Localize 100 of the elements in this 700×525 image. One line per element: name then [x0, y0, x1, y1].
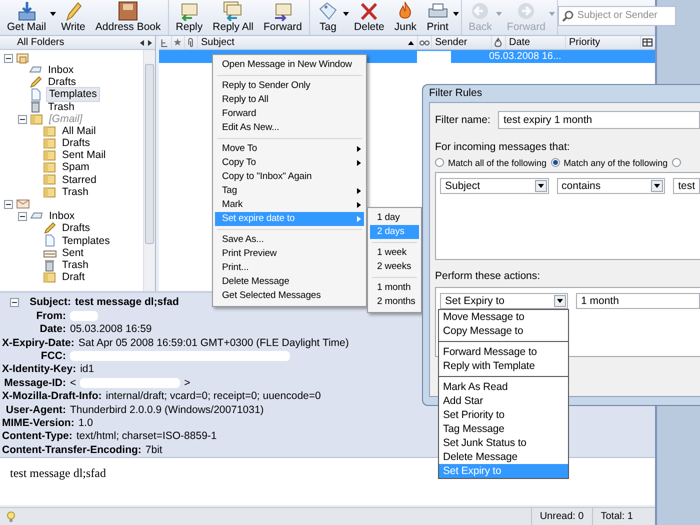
envelopes-arrow-icon [222, 1, 244, 22]
menu-item[interactable]: Save As... [215, 233, 364, 247]
menu-item[interactable]: Get Selected Messages [215, 289, 364, 303]
column-header[interactable]: Date [506, 36, 566, 49]
folder-item[interactable]: Inbox [46, 64, 76, 77]
menu-item[interactable]: Reply to All [215, 93, 364, 107]
column-header[interactable]: Priority [566, 36, 641, 49]
column-header[interactable] [418, 36, 432, 49]
dropdown[interactable]: contains [556, 178, 666, 194]
folder-item[interactable]: Inbox [47, 210, 77, 223]
menu-item[interactable]: Delete Message [439, 450, 568, 464]
column-header[interactable] [159, 36, 172, 49]
input-field[interactable]: test [673, 178, 700, 194]
submenu-arrow-icon [357, 160, 361, 166]
menu-item[interactable]: Mark As Read [439, 380, 568, 394]
menu-item[interactable]: Mark [215, 198, 364, 212]
folder-item[interactable]: Trash [46, 100, 76, 114]
dialog-title: Filter Rules [429, 87, 482, 100]
menu-item[interactable]: Copy Message to [439, 324, 568, 338]
menu-item[interactable]: Copy to "Inbox" Again [215, 170, 364, 184]
pencil-icon [29, 76, 43, 89]
folder-item[interactable]: Drafts [46, 76, 78, 89]
folder-icon [43, 270, 57, 284]
mailbox-icon [16, 52, 30, 65]
expander-icon[interactable] [18, 212, 27, 222]
toolbar-button[interactable]: Reply All [208, 0, 258, 35]
folder-item[interactable]: Templates [46, 87, 100, 102]
folder-icon [43, 173, 57, 186]
caret-icon [452, 12, 459, 16]
caret-icon [496, 12, 502, 16]
expander-icon[interactable] [4, 200, 13, 209]
left-right-arrows-icon[interactable] [140, 40, 152, 46]
folder-item[interactable]: Draft [60, 271, 87, 284]
header-value: < [70, 376, 76, 390]
folder-item[interactable]: Trash [60, 258, 90, 272]
expander-icon[interactable] [4, 54, 13, 63]
radio-button[interactable] [435, 158, 444, 168]
folder-item[interactable]: Sent [60, 246, 86, 260]
header-label: Date: [38, 323, 66, 336]
folder-icon [43, 161, 57, 174]
menu-item[interactable]: Forward Message to [439, 345, 568, 359]
scrollbar[interactable] [143, 50, 155, 291]
toolbar-button[interactable]: Reply [170, 0, 208, 35]
menu-item[interactable]: Copy To [215, 156, 364, 170]
folder-item[interactable]: Trash [60, 186, 90, 198]
radio-button[interactable] [550, 158, 560, 168]
input-field[interactable]: 1 month [576, 292, 700, 309]
sort-arrow-icon [408, 40, 414, 44]
column-header[interactable] [641, 36, 655, 49]
folder-item[interactable]: Templates [60, 234, 112, 248]
search-field[interactable]: Subject or Sender [558, 6, 676, 26]
expander-icon[interactable] [18, 114, 27, 124]
folder-item[interactable]: Drafts [60, 137, 92, 150]
dropdown[interactable]: Subject [440, 178, 549, 194]
menu-item[interactable]: Reply to Sender Only [215, 79, 364, 93]
menu-item[interactable]: 1 week [370, 246, 419, 260]
toolbar-button[interactable]: Tag [312, 0, 350, 35]
menu-item[interactable]: Print... [215, 261, 364, 275]
menu-item[interactable]: Set Junk Status to [439, 436, 568, 450]
radio-button[interactable] [672, 158, 681, 168]
column-header[interactable]: Subject [198, 36, 418, 49]
menu-item[interactable]: Print Preview [215, 247, 364, 261]
folder-item[interactable]: All Mail [60, 124, 98, 138]
toolbar-button[interactable]: Junk [389, 0, 422, 35]
menu-item[interactable]: Tag [215, 184, 364, 198]
folder-item[interactable]: Drafts [60, 222, 92, 236]
toolbar-button[interactable]: Print [422, 0, 459, 35]
menu-item[interactable]: Tag Message [439, 422, 568, 436]
menu-item[interactable]: Set Priority to [439, 408, 568, 422]
column-header[interactable]: Sender [432, 36, 492, 49]
folder-item[interactable]: Spam [60, 161, 92, 174]
dropdown[interactable]: Set Expiry to [440, 292, 568, 309]
section-label: For incoming messages that: [435, 141, 571, 154]
menu-item[interactable]: 2 months [370, 295, 419, 309]
header-value: 7bit [145, 444, 162, 456]
toolbar-button[interactable]: Forward [258, 0, 308, 35]
menu-item[interactable]: Move To [215, 142, 364, 156]
menu-item[interactable]: Move Message to [439, 310, 568, 324]
radio-label[interactable]: Match any of the following [564, 158, 668, 168]
toolbar-button[interactable]: Get Mail [2, 0, 56, 35]
menu-item[interactable]: Edit As New... [215, 121, 364, 135]
header-label: Message-ID: [3, 376, 66, 390]
flame-icon [493, 37, 504, 48]
toolbar-button[interactable]: Write [56, 0, 90, 35]
folder-item[interactable]: Starred [60, 174, 98, 186]
expander-icon[interactable] [10, 298, 19, 308]
toolbar-button[interactable]: Delete [349, 0, 390, 35]
menu-item[interactable]: Reply with Template [439, 359, 568, 373]
menu-item[interactable]: Forward [215, 107, 364, 121]
toolbar-button[interactable]: Address Book [90, 0, 166, 35]
folder-icon [43, 149, 57, 162]
input-field[interactable]: test expiry 1 month [498, 111, 700, 129]
radio-label[interactable]: Match all of the following [448, 158, 547, 168]
menu-item[interactable]: 2 weeks [370, 260, 419, 274]
menu-item[interactable]: Delete Message [215, 275, 364, 289]
menu-item[interactable]: 1 month [370, 281, 419, 295]
column-header[interactable] [492, 36, 506, 49]
menu-item[interactable]: Add Star [439, 394, 568, 408]
menu-item[interactable]: 1 day [370, 211, 419, 225]
folder-item[interactable]: Sent Mail [60, 149, 108, 162]
